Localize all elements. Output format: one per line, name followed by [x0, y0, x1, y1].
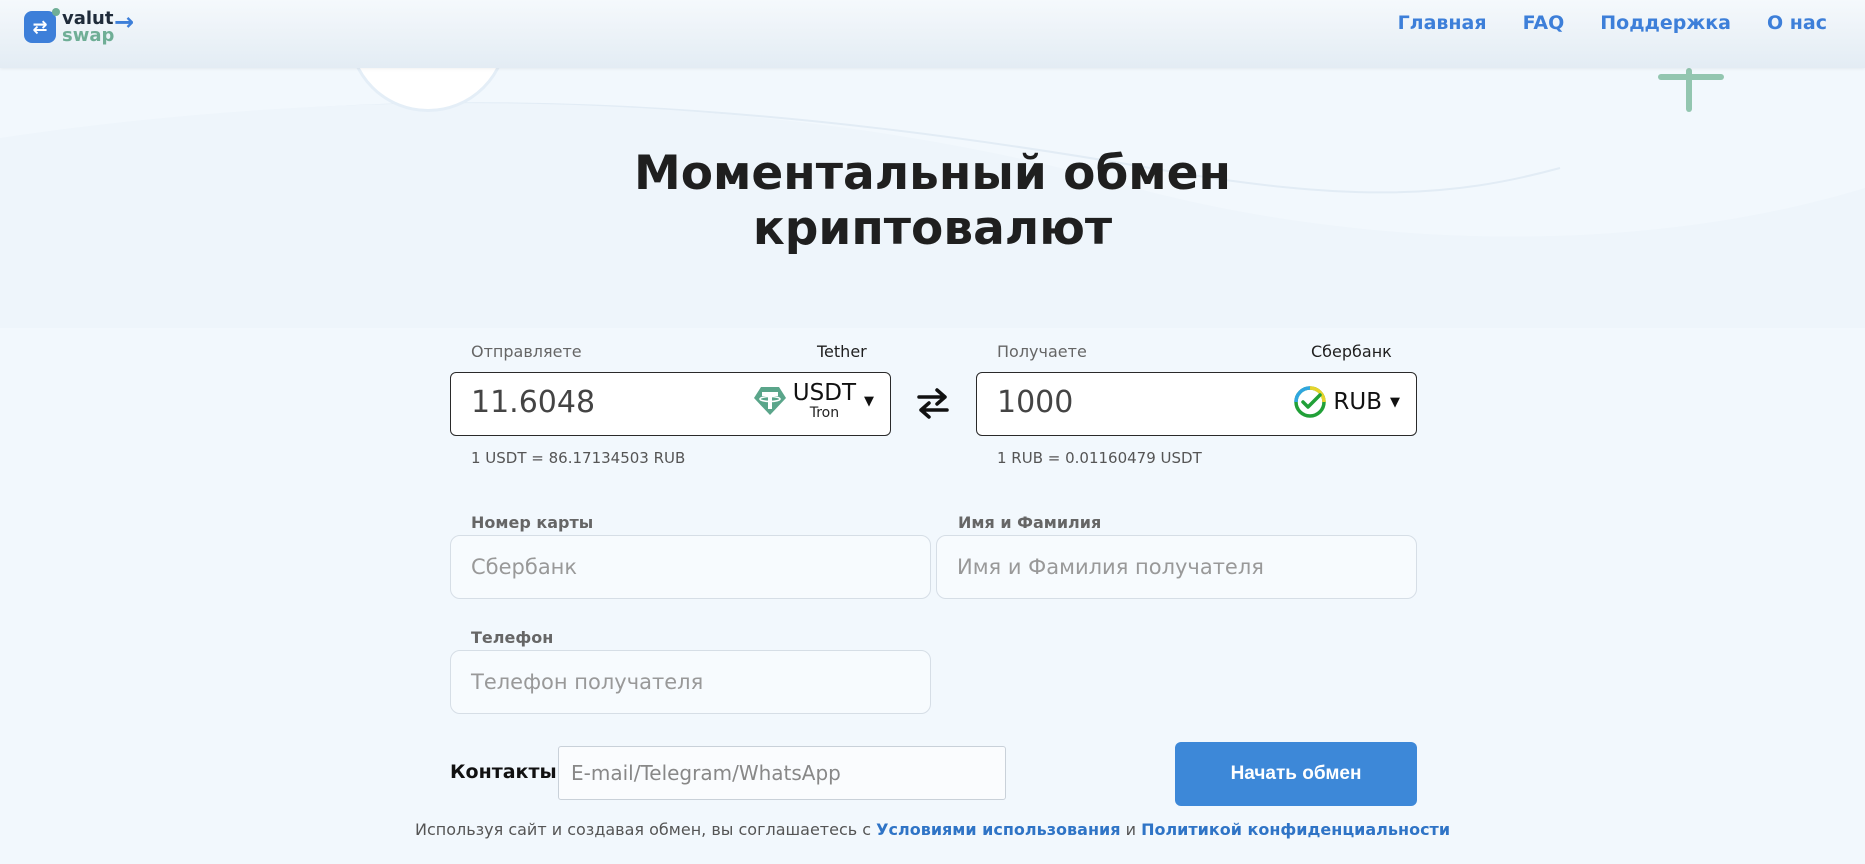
send-rate: 1 USDT = 86.17134503 RUB: [471, 449, 686, 467]
send-amount[interactable]: 11.6048: [471, 385, 595, 420]
start-exchange-button[interactable]: Начать обмен: [1175, 742, 1417, 806]
receive-label: Получаете: [997, 342, 1087, 361]
full-name-input[interactable]: Имя и Фамилия получателя: [936, 535, 1417, 599]
contacts-input[interactable]: E-mail/Telegram/WhatsApp: [558, 746, 1006, 800]
nav-home[interactable]: Главная: [1398, 12, 1487, 34]
send-currency-select[interactable]: USDT Tron ▼: [753, 381, 874, 421]
phone-label: Телефон: [471, 628, 554, 647]
nav-about[interactable]: О нас: [1767, 12, 1827, 34]
privacy-link[interactable]: Политикой конфиденциальности: [1141, 820, 1450, 839]
receive-amount-field[interactable]: 1000 RUB ▼: [976, 372, 1417, 436]
send-currency-text: USDT Tron: [793, 381, 856, 421]
tether-icon: [753, 387, 786, 415]
send-network: Tron: [809, 405, 840, 421]
terms-link[interactable]: Условиями использования: [876, 820, 1120, 839]
nav-support[interactable]: Поддержка: [1600, 12, 1731, 34]
receive-currency-select[interactable]: RUB ▼: [1293, 385, 1400, 419]
card-number-input[interactable]: Сбербанк: [450, 535, 931, 599]
receive-provider: Сбербанк: [1311, 342, 1392, 361]
page-title: Моментальный обмен криптовалют: [0, 146, 1865, 256]
title-line1: Моментальный обмен: [633, 146, 1232, 201]
logo-line2: swap: [62, 25, 115, 46]
agreement-conjunction: и: [1120, 820, 1142, 839]
swap-logo-icon: ⇄: [24, 8, 60, 43]
chevron-down-icon: ▼: [864, 393, 874, 409]
contacts-label: Контакты: [450, 761, 557, 783]
agreement-prefix: Используя сайт и создавая обмен, вы согл…: [414, 820, 877, 839]
receive-rate: 1 RUB = 0.01160479 USDT: [997, 449, 1202, 467]
title-line2: криптовалют: [752, 201, 1113, 256]
arrow-right-icon: →: [114, 8, 135, 36]
logo[interactable]: ⇄ valut swap →: [24, 8, 134, 46]
receive-currency-code: RUB: [1333, 389, 1382, 415]
site-header: ⇄ valut swap → Главная FAQ Поддержка О н…: [0, 0, 1865, 68]
logo-text: valut swap: [62, 10, 115, 46]
nav-faq[interactable]: FAQ: [1523, 12, 1565, 34]
chevron-down-icon: ▼: [1390, 394, 1400, 410]
sberbank-icon: [1294, 386, 1327, 418]
name-label: Имя и Фамилия: [958, 513, 1102, 532]
agreement-text: Используя сайт и создавая обмен, вы согл…: [0, 820, 1865, 839]
swap-arrows-icon[interactable]: [915, 385, 951, 421]
send-amount-field[interactable]: 11.6048 USDT Tron ▼: [450, 372, 891, 436]
phone-input[interactable]: Телефон получателя: [450, 650, 931, 714]
send-currency-code: USDT: [792, 380, 856, 406]
send-provider: Tether: [817, 342, 867, 361]
card-label: Номер карты: [471, 513, 594, 532]
decor-plus: [1686, 68, 1692, 112]
main-nav: Главная FAQ Поддержка О нас: [1398, 12, 1827, 34]
send-label: Отправляете: [471, 342, 582, 361]
receive-amount[interactable]: 1000: [997, 385, 1073, 420]
